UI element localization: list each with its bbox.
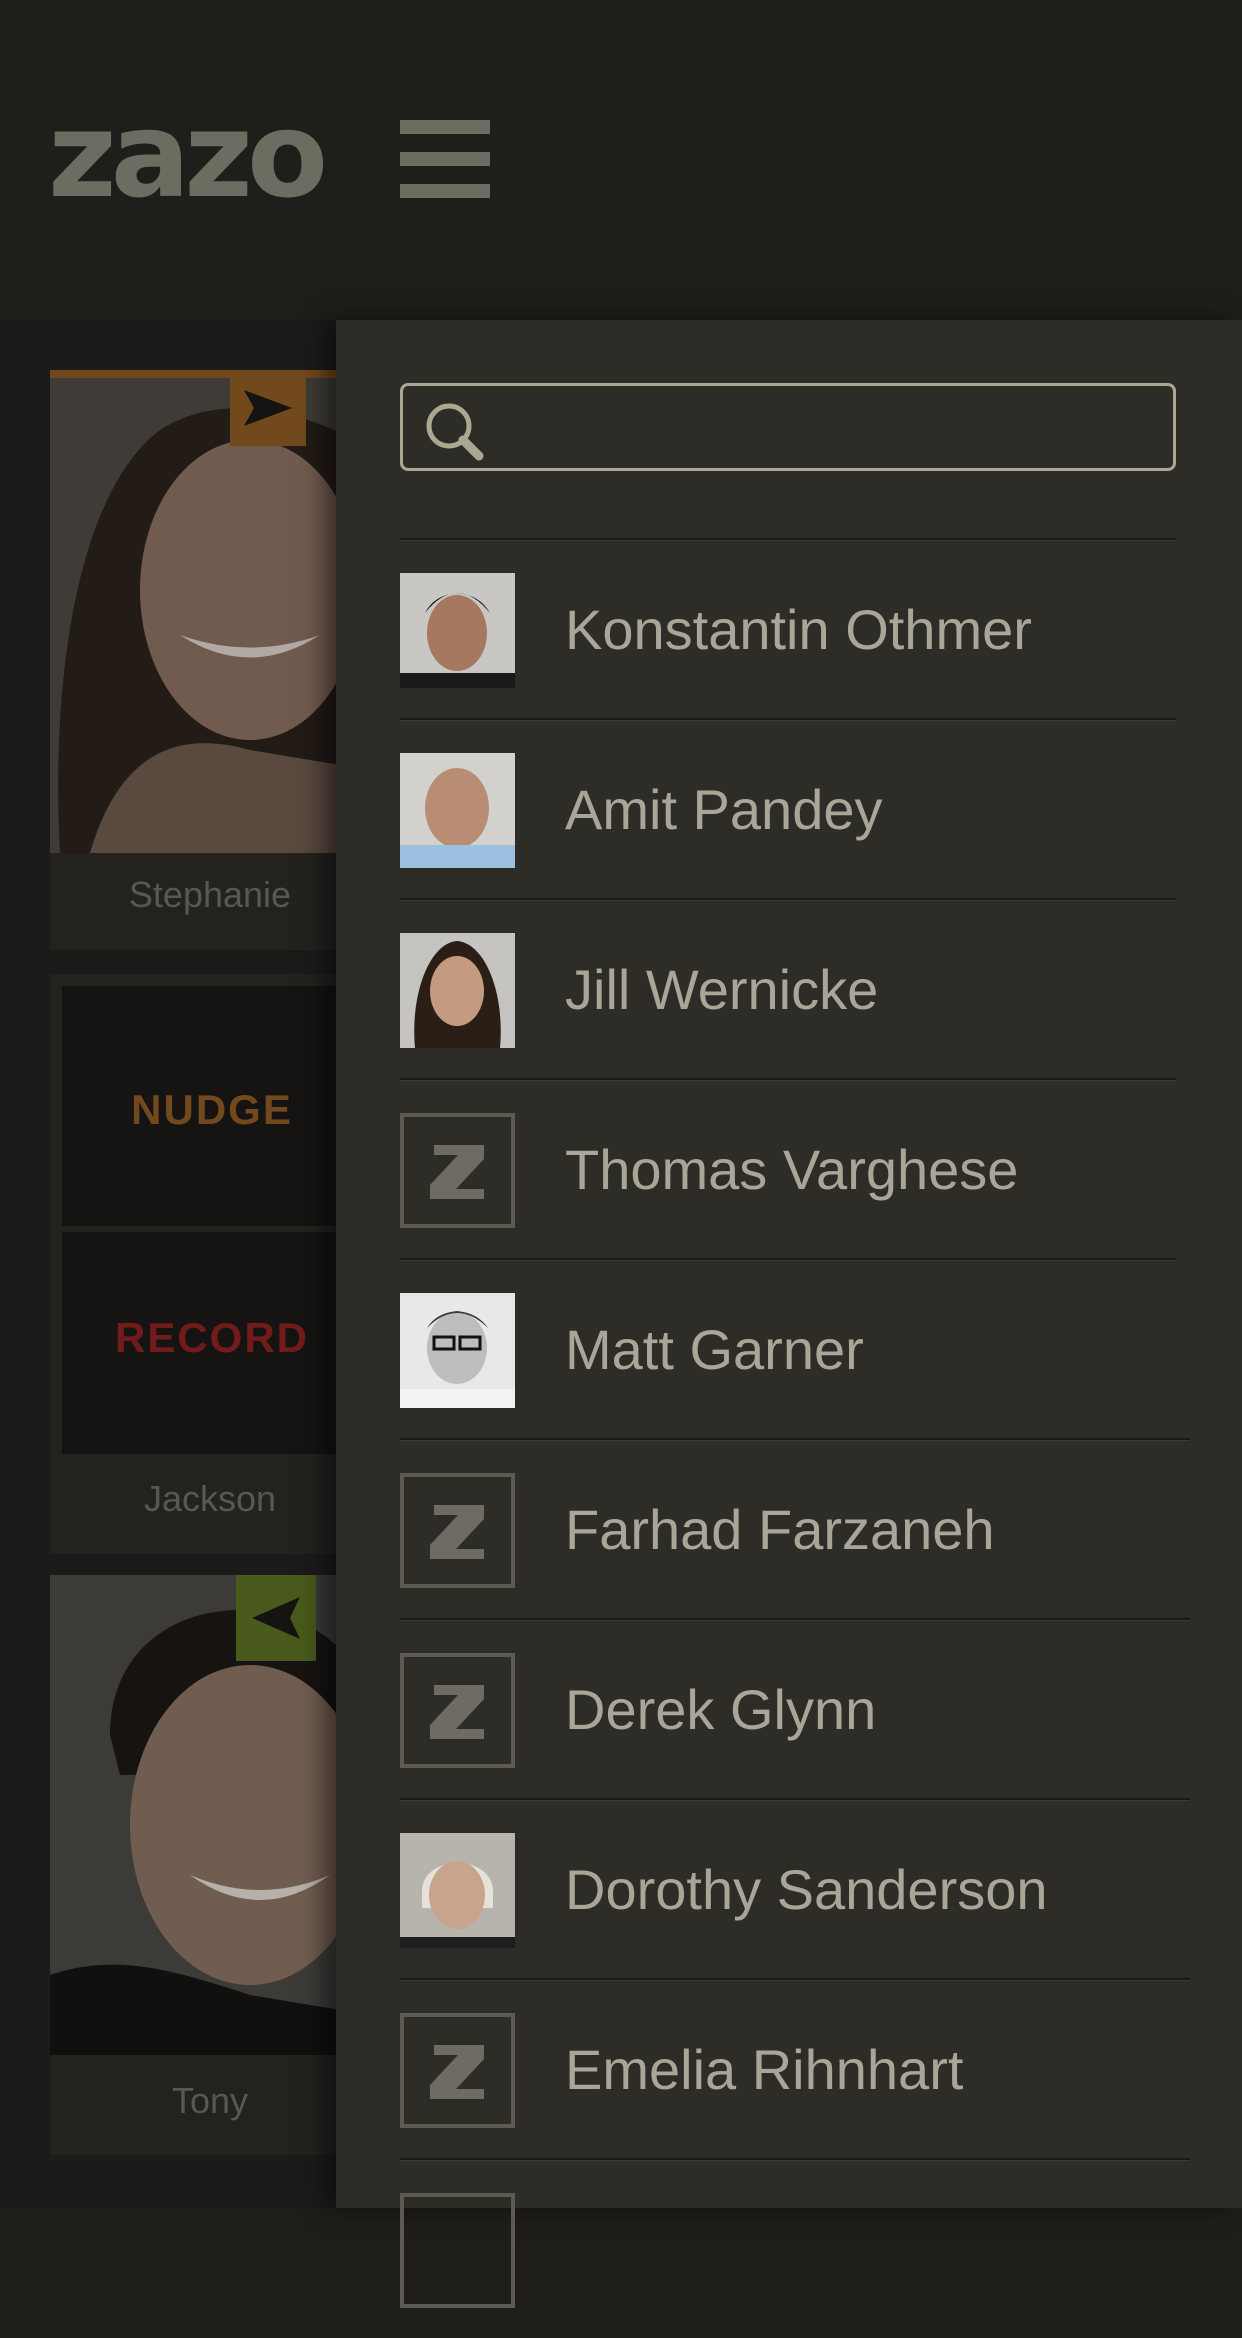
contact-row-partial[interactable] bbox=[400, 2161, 1190, 2338]
zazo-placeholder-icon bbox=[400, 2193, 515, 2308]
contact-row[interactable]: Matt Garner bbox=[400, 1261, 1190, 1438]
search-input[interactable] bbox=[400, 383, 1176, 471]
contact-row[interactable]: Amit Pandey bbox=[400, 721, 1190, 898]
contact-row[interactable]: Dorothy Sanderson bbox=[400, 1801, 1190, 1978]
contact-name: Dorothy Sanderson bbox=[565, 1858, 1048, 1921]
friend-video-thumbnail[interactable] bbox=[50, 1575, 370, 2055]
avatar bbox=[400, 573, 515, 688]
contact-name: Amit Pandey bbox=[565, 778, 883, 841]
friend-video-thumbnail[interactable] bbox=[50, 370, 370, 853]
avatar bbox=[400, 933, 515, 1048]
contacts-drawer: Konstantin Othmer Amit Pandey Jill Werni… bbox=[336, 320, 1242, 2308]
friend-name: Jackson bbox=[143, 1478, 277, 1519]
contact-name: Farhad Farzaneh bbox=[565, 1498, 995, 1561]
search-field[interactable] bbox=[499, 396, 1163, 458]
contact-name: Derek Glynn bbox=[565, 1678, 877, 1741]
sent-indicator-icon bbox=[230, 370, 306, 446]
menu-icon[interactable] bbox=[400, 120, 490, 198]
nudge-button[interactable]: NUDGE bbox=[62, 986, 362, 1226]
friend-name: Stephanie bbox=[128, 874, 292, 915]
record-button[interactable]: RECORD bbox=[62, 1232, 362, 1454]
received-indicator-icon bbox=[236, 1575, 316, 1661]
avatar bbox=[400, 1293, 515, 1408]
zazo-placeholder-icon bbox=[400, 1113, 515, 1228]
contact-row[interactable]: Thomas Varghese bbox=[400, 1081, 1190, 1258]
contact-row[interactable]: Emelia Rihnhart bbox=[400, 1981, 1190, 2158]
friend-tile[interactable]: NUDGE RECORD Jackson bbox=[50, 974, 370, 1554]
contact-name: Thomas Varghese bbox=[565, 1138, 1019, 1201]
zazo-placeholder-icon bbox=[400, 1653, 515, 1768]
contact-row[interactable]: Farhad Farzaneh bbox=[400, 1441, 1190, 1618]
friend-tile[interactable]: Stephanie bbox=[50, 370, 370, 950]
avatar bbox=[400, 1833, 515, 1948]
zazo-placeholder-icon bbox=[400, 2013, 515, 2128]
zazo-logo: zazo bbox=[48, 86, 328, 224]
contact-row[interactable]: Derek Glynn bbox=[400, 1621, 1190, 1798]
contact-name: Jill Wernicke bbox=[565, 958, 879, 1021]
contact-row[interactable]: Jill Wernicke bbox=[400, 901, 1190, 1078]
friend-tile[interactable]: Tony bbox=[50, 1575, 370, 2155]
avatar bbox=[400, 753, 515, 868]
contact-list: Konstantin Othmer Amit Pandey Jill Werni… bbox=[400, 538, 1190, 2338]
friend-name: Tony bbox=[171, 2080, 249, 2121]
contact-name: Emelia Rihnhart bbox=[565, 2038, 964, 2101]
zazo-placeholder-icon bbox=[400, 1473, 515, 1588]
search-icon bbox=[426, 403, 484, 461]
contact-row[interactable]: Konstantin Othmer bbox=[400, 541, 1190, 718]
contact-name: Matt Garner bbox=[565, 1318, 864, 1381]
app-header: zazo bbox=[0, 0, 1242, 320]
contact-name: Konstantin Othmer bbox=[565, 598, 1032, 661]
